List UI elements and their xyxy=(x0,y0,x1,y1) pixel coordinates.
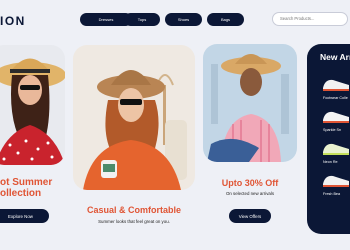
search-input[interactable] xyxy=(280,16,346,21)
shoe-neon-image[interactable] xyxy=(321,138,350,158)
shoe-footwear-image[interactable] xyxy=(321,74,350,94)
new-arrivals-title: New Arr xyxy=(320,52,350,62)
new-arrivals-panel[interactable]: New Arr Footwear Colle Sparkle Sn Neon R… xyxy=(307,44,350,234)
offer-title: Upto 30% Off xyxy=(221,178,279,188)
shoe-label-footwear[interactable]: Footwear Colle xyxy=(323,96,348,100)
hero-card-casual[interactable] xyxy=(73,45,195,190)
view-offers-button[interactable]: View Offers xyxy=(229,209,271,223)
casual-title: Casual & Comfortable xyxy=(86,205,182,215)
shoe-label-sparkle[interactable]: Sparkle Sn xyxy=(323,128,341,132)
offer-subtitle: On selected new arrivals xyxy=(225,191,275,196)
hero-title-line2: ollection xyxy=(0,188,42,199)
shoe-label-neon[interactable]: Neon Re xyxy=(323,160,338,164)
hero-card-offer[interactable] xyxy=(203,44,297,162)
shoe-label-fresh[interactable]: Fresh Bea xyxy=(323,192,340,196)
search-field[interactable] xyxy=(272,12,348,26)
explore-now-button[interactable]: Explore Now xyxy=(0,209,49,223)
nav-bags[interactable]: Bags xyxy=(207,13,244,26)
nav-shoes[interactable]: Shoes xyxy=(165,13,202,26)
model-photo-striped-shirt xyxy=(207,54,289,162)
brand-logo[interactable]: ION xyxy=(0,14,26,28)
hero-card-hot-summer[interactable] xyxy=(0,45,65,165)
model-photo-straw-hat xyxy=(0,58,65,165)
model-photo-casual xyxy=(83,70,187,190)
shoe-fresh-image[interactable] xyxy=(321,170,350,190)
nav-tops[interactable]: Tops xyxy=(124,13,160,26)
casual-subtitle: Summer looks that feel great on you. xyxy=(98,219,170,224)
hero-title-line1: ot Summer xyxy=(0,177,53,188)
shoe-sparkle-image[interactable] xyxy=(321,106,350,126)
